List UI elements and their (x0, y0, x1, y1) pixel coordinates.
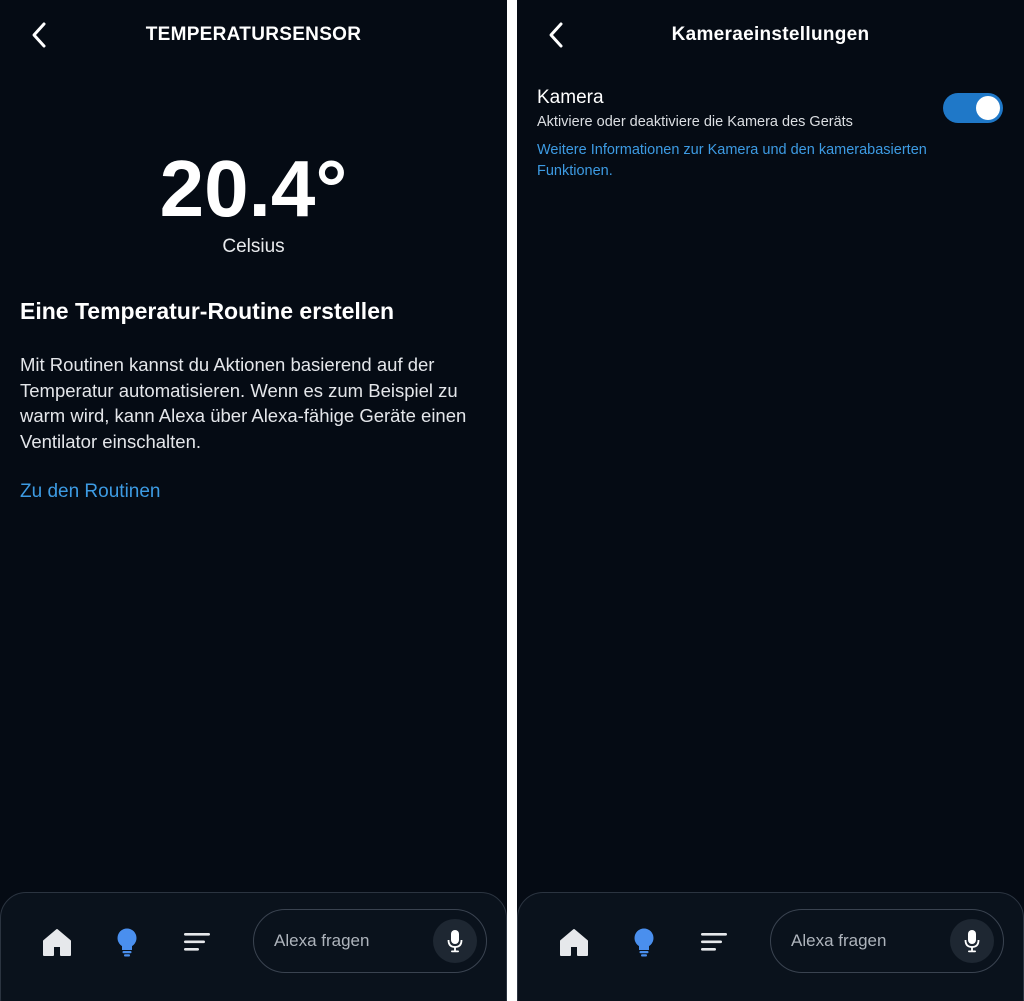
routines-link[interactable]: Zu den Routinen (20, 481, 161, 503)
menu-icon (184, 933, 210, 951)
top-bar: Kameraeinstellungen (517, 0, 1024, 72)
page-title: Kameraeinstellungen (671, 24, 870, 45)
microphone-button[interactable] (950, 919, 994, 963)
chevron-left-icon (549, 22, 563, 48)
nav-devices-button[interactable] (107, 922, 147, 962)
camera-setting-title: Kamera (537, 87, 604, 108)
nav-menu-button[interactable] (694, 922, 734, 962)
temperature-sensor-screen: TEMPERATURSENSOR 20.4° Celsius Eine Temp… (0, 0, 507, 1001)
menu-icon (701, 933, 727, 951)
routine-heading: Eine Temperatur-Routine erstellen (20, 298, 395, 324)
ask-alexa-placeholder: Alexa fragen (791, 931, 887, 950)
camera-settings-screen: Kameraeinstellungen Kamera Aktiviere ode… (517, 0, 1024, 1001)
chevron-left-icon (32, 22, 46, 48)
camera-info-link[interactable]: Weitere Informationen zur Kamera und den… (537, 140, 967, 181)
temperature-unit: Celsius (222, 236, 285, 257)
page-title: TEMPERATURSENSOR (145, 24, 362, 45)
nav-menu-button[interactable] (177, 922, 217, 962)
camera-toggle[interactable] (943, 93, 1003, 123)
temperature-value: 20.4° (159, 144, 348, 233)
routine-description: Mit Routinen kannst du Aktionen basieren… (20, 354, 467, 452)
nav-devices-button[interactable] (624, 922, 664, 962)
microphone-icon (964, 930, 980, 953)
microphone-icon (447, 930, 463, 953)
bottom-nav: Alexa fragen (517, 892, 1024, 1001)
microphone-button[interactable] (433, 919, 477, 963)
back-button[interactable] (539, 18, 573, 52)
ask-alexa-placeholder: Alexa fragen (274, 931, 370, 950)
home-icon (43, 929, 71, 956)
ask-alexa-input[interactable]: Alexa fragen (253, 909, 487, 973)
top-bar: TEMPERATURSENSOR (0, 0, 507, 72)
bottom-nav: Alexa fragen (0, 892, 507, 1001)
camera-setting-description: Aktiviere oder deaktiviere die Kamera de… (537, 114, 853, 130)
ask-alexa-input[interactable]: Alexa fragen (770, 909, 1004, 973)
back-button[interactable] (22, 18, 56, 52)
lightbulb-icon (117, 928, 137, 957)
toggle-knob (976, 96, 1000, 120)
nav-home-button[interactable] (554, 922, 594, 962)
lightbulb-icon (634, 928, 654, 957)
home-icon (560, 929, 588, 956)
nav-home-button[interactable] (37, 922, 77, 962)
